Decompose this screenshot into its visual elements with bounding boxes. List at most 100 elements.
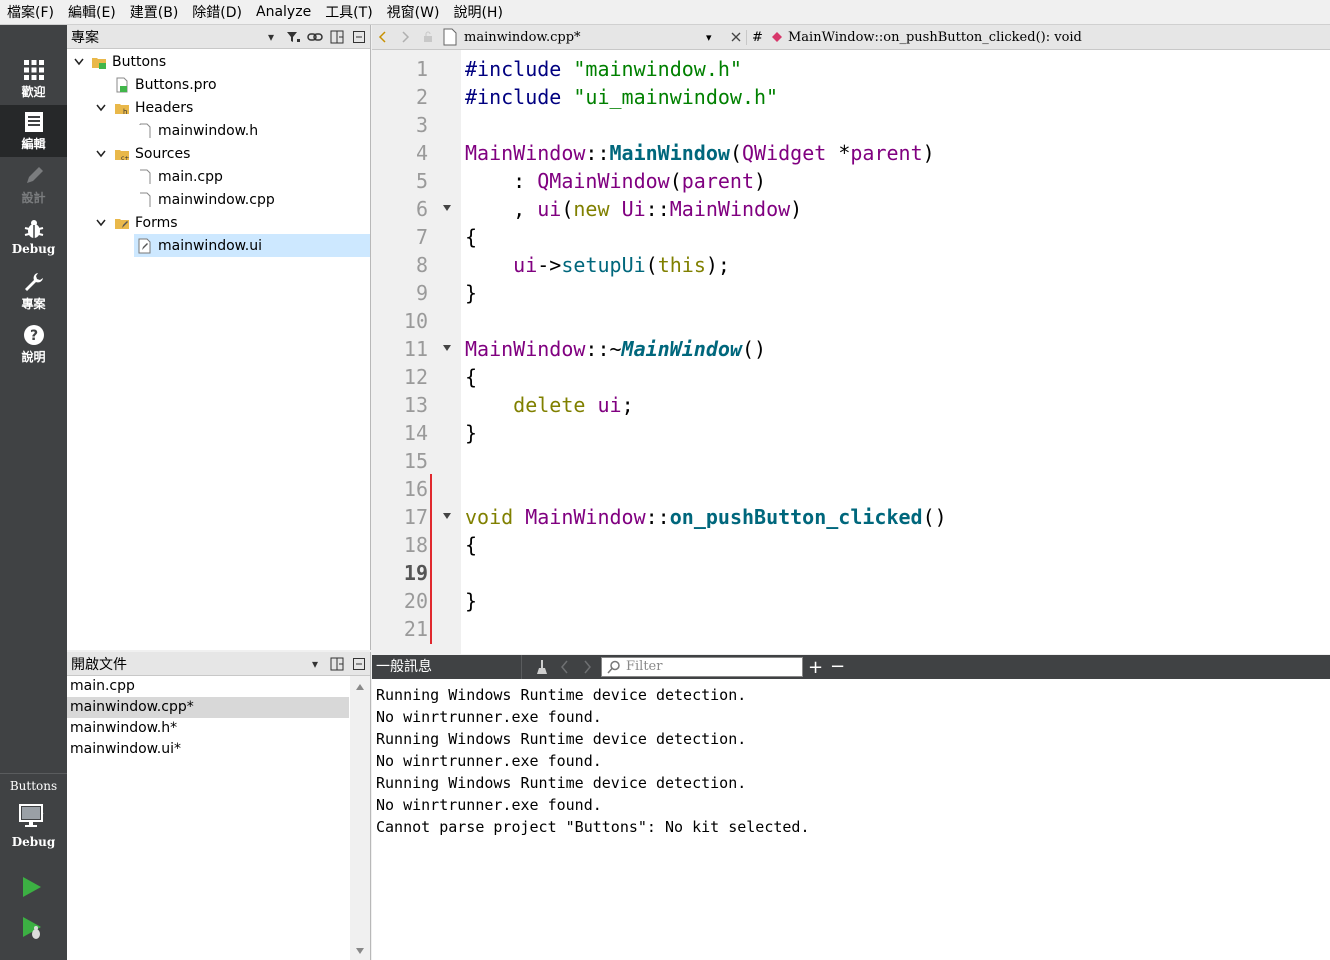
zoom-in-plus-icon[interactable]: + (808, 657, 823, 678)
line-number: 2 (415, 85, 428, 109)
symbol-selector[interactable]: MainWindow::on_pushButton_clicked(): voi… (786, 30, 1082, 45)
tree-item-mainwindow-cpp[interactable]: mainwindow.cpp (67, 188, 370, 211)
next-item-chevron-icon[interactable] (582, 660, 592, 678)
nav-back-button[interactable] (372, 31, 394, 43)
open-documents-panel: 開啟文件 ▾ main.cpp mainwindow.cpp* mainwind… (67, 652, 371, 960)
prev-item-chevron-icon[interactable] (560, 660, 570, 678)
mode-help-label: 說明 (21, 350, 46, 364)
code-line-6: , ui(new Ui::MainWindow) (465, 197, 803, 221)
chevron-down-icon[interactable] (94, 216, 108, 230)
output-pane-title[interactable]: 一般訊息 (372, 655, 522, 679)
menu-build[interactable]: 建置(B) (123, 2, 186, 22)
search-icon (607, 660, 620, 674)
tree-item-mainwindow-ui[interactable]: mainwindow.ui (67, 234, 370, 257)
line-number: 20 (403, 589, 428, 613)
view-dropdown-chevron-icon[interactable]: ▾ (260, 26, 282, 48)
chevron-down-icon[interactable] (72, 55, 86, 69)
line-number: 13 (403, 393, 428, 417)
menu-file[interactable]: 檔案(F) (0, 2, 61, 22)
output-line: Running Windows Runtime device detection… (376, 730, 747, 748)
menu-edit[interactable]: 編輯(E) (61, 2, 123, 22)
code-line-4: MainWindow::MainWindow(QWidget *parent) (465, 141, 935, 165)
open-doc-mainwindow-cpp[interactable]: mainwindow.cpp* (67, 697, 349, 718)
fold-arrow-icon[interactable] (442, 344, 452, 352)
code-line-2: #include "ui_mainwindow.h" (465, 85, 779, 109)
output-filter-input[interactable]: Filter (601, 657, 803, 677)
menu-window[interactable]: 視窗(W) (380, 2, 447, 22)
code-line-18: { (465, 533, 478, 557)
scroll-down-arrow-icon[interactable] (350, 944, 370, 958)
hash-symbol-label: # (746, 29, 768, 45)
line-number: 16 (403, 477, 428, 501)
build-button[interactable] (24, 955, 44, 960)
fold-arrow-icon[interactable] (442, 512, 452, 520)
tree-item-buttons[interactable]: Buttons (67, 50, 370, 73)
menu-help[interactable]: 說明(H) (446, 2, 509, 22)
tree-item-mainwindow-h[interactable]: mainwindow.h (67, 119, 370, 142)
mode-help[interactable]: ? 說明 (0, 318, 67, 370)
menu-tools[interactable]: 工具(T) (318, 2, 379, 22)
run-button[interactable] (20, 875, 44, 899)
open-doc-mainwindow-ui[interactable]: mainwindow.ui* (67, 739, 349, 760)
menu-debug[interactable]: 除錯(D) (185, 2, 249, 22)
project-folder-icon (91, 54, 107, 70)
output-line: Running Windows Runtime device detection… (376, 686, 747, 704)
mode-edit[interactable]: 編輯 (0, 105, 67, 157)
tree-item-label: main.cpp (158, 168, 223, 185)
code-line-1: #include "mainwindow.h" (465, 57, 742, 81)
tree-item-label: Headers (135, 99, 194, 116)
chevron-down-icon[interactable] (94, 147, 108, 161)
open-doc-main-cpp[interactable]: main.cpp (67, 676, 349, 697)
split-view-icon[interactable] (326, 26, 348, 48)
mode-welcome[interactable]: 歡迎 (0, 53, 67, 105)
source-folder-icon: c+ (114, 146, 130, 162)
file-icon (137, 169, 153, 185)
tree-item-forms[interactable]: Forms (67, 211, 370, 234)
mode-design[interactable]: 設計 (0, 159, 67, 211)
close-document-icon[interactable] (726, 32, 746, 42)
fold-arrow-icon[interactable] (442, 204, 452, 212)
link-sync-icon[interactable] (304, 26, 326, 48)
clear-output-icon[interactable] (534, 658, 550, 680)
code-editor[interactable]: 1 2 3 4 5 6 7 8 9 10 11 12 13 14 15 16 1… (372, 50, 1330, 654)
open-doc-mainwindow-h[interactable]: mainwindow.h* (67, 718, 349, 739)
output-line: No winrtrunner.exe found. (376, 796, 602, 814)
view-dropdown-chevron-icon[interactable]: ▾ (304, 653, 326, 675)
line-number: 8 (415, 253, 428, 277)
tree-item-buttons-pro[interactable]: Buttons.pro (67, 73, 370, 96)
file-dropdown-chevron-icon[interactable]: ▾ (706, 31, 726, 44)
zoom-out-minus-icon[interactable]: − (830, 656, 845, 677)
filter-icon[interactable] (282, 26, 304, 48)
split-view-icon[interactable] (326, 653, 348, 675)
scroll-up-arrow-icon[interactable] (350, 680, 370, 694)
tree-item-sources[interactable]: c+ Sources (67, 142, 370, 165)
line-number: 4 (415, 141, 428, 165)
svg-text:c+: c+ (121, 155, 129, 162)
mode-projects[interactable]: 專案 (0, 265, 67, 317)
kit-selector[interactable] (18, 803, 54, 831)
chevron-down-icon[interactable] (94, 101, 108, 115)
code-line-17: void MainWindow::on_pushButton_clicked() (465, 505, 947, 529)
tree-item-label: mainwindow.ui (158, 237, 263, 254)
line-number: 3 (415, 113, 428, 137)
current-file-selector[interactable]: mainwindow.cpp* (460, 30, 706, 45)
file-icon (137, 192, 153, 208)
close-panel-icon[interactable] (348, 653, 370, 675)
close-panel-icon[interactable] (348, 26, 370, 48)
debug-run-button[interactable] (20, 915, 44, 941)
mode-design-label: 設計 (21, 191, 46, 205)
monitor-icon (19, 804, 54, 827)
nav-forward-button[interactable] (394, 31, 416, 43)
menu-analyze[interactable]: Analyze (249, 4, 318, 20)
project-panel-header: 專案 ▾ (67, 25, 370, 49)
mode-debug[interactable]: Debug (0, 212, 67, 264)
edit-document-icon (24, 112, 43, 132)
tree-item-main-cpp[interactable]: main.cpp (67, 165, 370, 188)
open-documents-scrollbar[interactable] (350, 676, 370, 960)
code-content[interactable]: #include "mainwindow.h" #include "ui_mai… (465, 50, 947, 613)
lock-icon (416, 31, 440, 43)
tree-item-label: Forms (135, 214, 178, 231)
general-messages-output[interactable]: Running Windows Runtime device detection… (372, 679, 1330, 960)
tree-item-headers[interactable]: h Headers (67, 96, 370, 119)
output-line: No winrtrunner.exe found. (376, 752, 602, 770)
